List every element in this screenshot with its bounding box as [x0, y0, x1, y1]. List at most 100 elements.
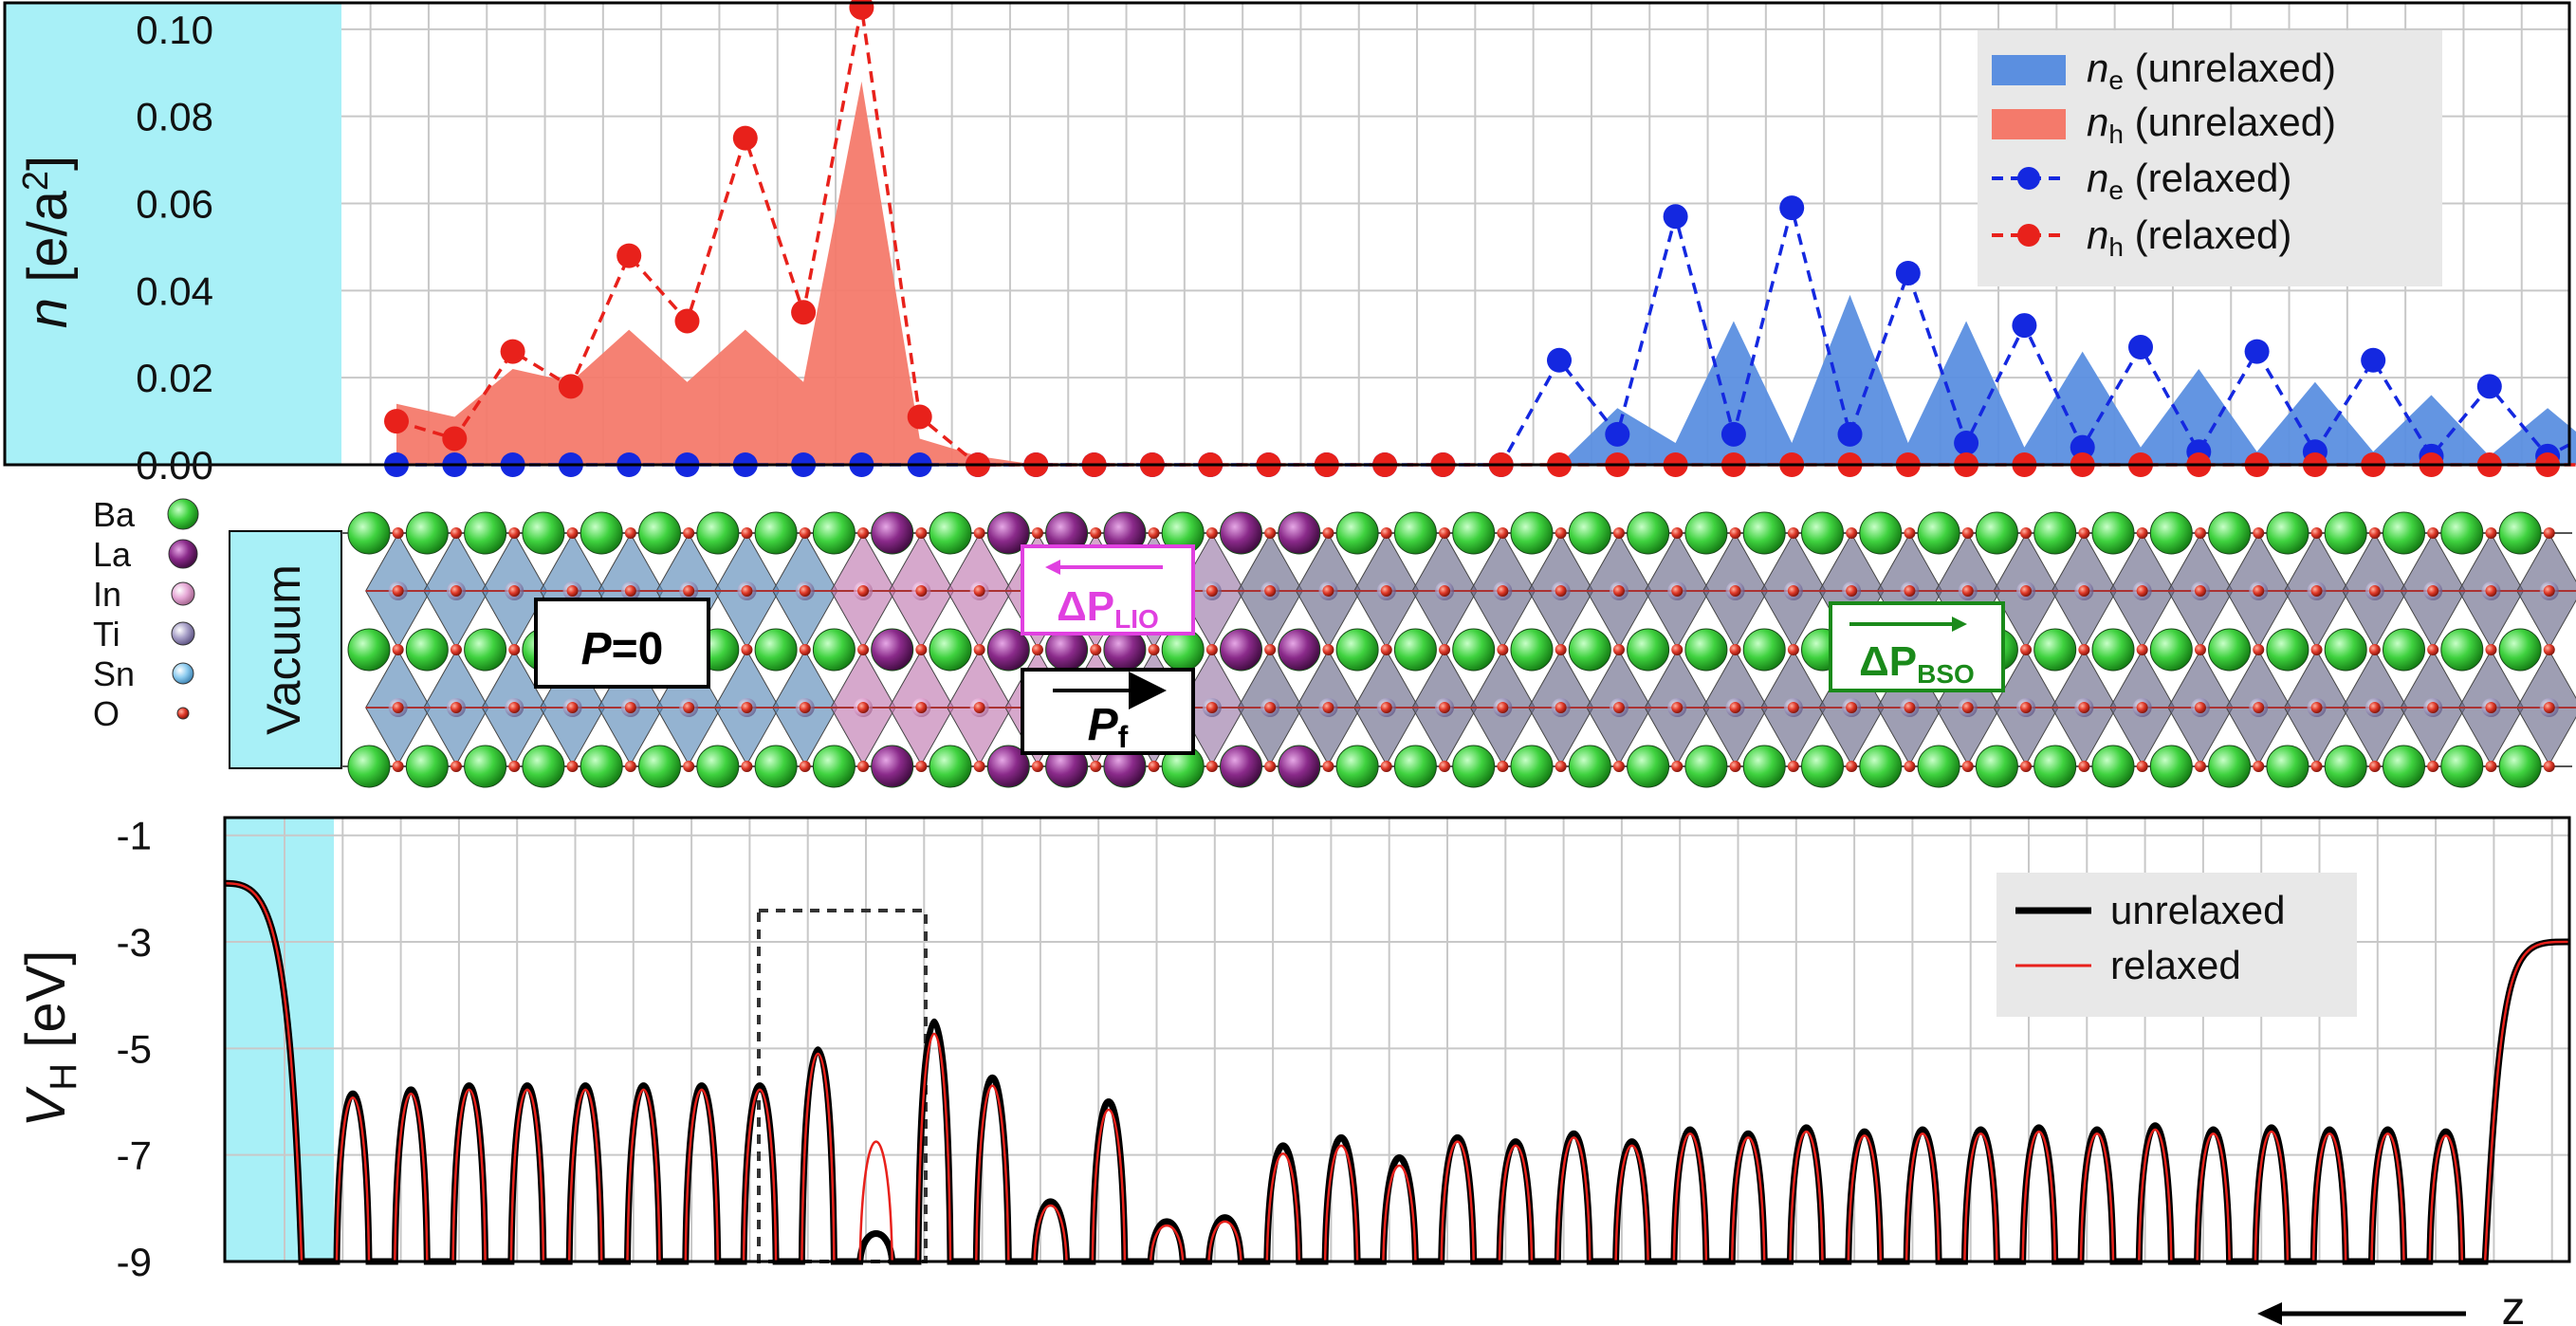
oxygen-atom: [2543, 527, 2555, 539]
ba-atom: [1452, 628, 1496, 672]
ba-atom: [1742, 745, 1786, 788]
ba-atom: [1975, 745, 2018, 788]
oxygen-atom: [624, 527, 636, 539]
oxygen-atom: [2136, 644, 2148, 655]
oxygen-atom: [1787, 761, 1799, 772]
oxygen-atom: [1148, 761, 1160, 772]
oxygen-atom: [2020, 702, 2033, 713]
oxygen-atom: [2194, 644, 2206, 655]
oxygen-atom: [2368, 585, 2381, 597]
oxygen-atom: [566, 585, 579, 597]
oxygen-atom: [1729, 585, 1741, 597]
oxygen-atom: [1322, 527, 1334, 539]
ba-atom: [2091, 628, 2135, 672]
ba-atom: [1975, 511, 2018, 555]
element-swatch: [171, 581, 195, 606]
la-atom: [1278, 628, 1321, 672]
oxygen-atom: [1787, 644, 1799, 655]
top-y-sym: n: [17, 298, 79, 328]
oxygen-atom: [1090, 644, 1102, 655]
oxygen-atom: [1612, 585, 1625, 597]
oxygen-atom: [450, 585, 462, 597]
oxygen-atom: [1671, 585, 1684, 597]
oxygen-atom: [1205, 702, 1218, 713]
oxygen-atom: [1264, 527, 1277, 539]
ba-atom: [2440, 511, 2484, 555]
oxygen-atom: [2368, 527, 2381, 539]
oxygen-atom: [1497, 644, 1509, 655]
oxygen-atom: [1380, 644, 1392, 655]
data-point: [442, 426, 468, 451]
top-y-sup: 2: [16, 171, 56, 191]
oxygen-atom: [450, 702, 462, 713]
oxygen-atom: [1090, 527, 1102, 539]
ba-atom: [405, 511, 449, 555]
ba-atom: [929, 628, 972, 672]
oxygen-atom: [857, 585, 870, 597]
oxygen-atom: [1904, 585, 1916, 597]
oxygen-atom: [450, 644, 462, 655]
ba-atom: [754, 511, 798, 555]
ba-atom: [2383, 628, 2425, 672]
oxygen-atom: [1729, 644, 1741, 655]
oxygen-atom: [1961, 702, 1974, 713]
ba-atom: [2266, 628, 2309, 672]
oxygen-atom: [392, 644, 404, 655]
ba-atom: [347, 745, 391, 788]
ba-atom: [1510, 745, 1554, 788]
bottom-y-tick-label: -9: [117, 1240, 152, 1284]
element-label: La: [93, 535, 132, 574]
oxygen-atom: [1555, 761, 1567, 772]
oxygen-atom: [1205, 644, 1218, 655]
delta-p-lio-box: ΔPLIO: [1021, 544, 1195, 635]
hartree-potential-panel: -1 -3 -5 -7 -9 VH [eV] unrelaxed relaxed z: [15, 814, 2571, 1326]
legend-ne-unrelaxed: ne (unrelaxed): [2087, 46, 2336, 95]
data-point: [907, 404, 932, 430]
oxygen-atom: [799, 527, 811, 539]
ba-atom: [1452, 745, 1496, 788]
oxygen-atom: [741, 702, 753, 713]
ba-atom: [1335, 628, 1379, 672]
ba-atom: [2149, 745, 2193, 788]
oxygen-atom: [2310, 585, 2323, 597]
oxygen-atom: [1612, 761, 1625, 772]
oxygen-atom: [1612, 527, 1625, 539]
oxygen-atom: [1787, 585, 1799, 597]
oxygen-atom: [973, 585, 985, 597]
oxygen-atom: [508, 644, 521, 655]
ba-atom: [812, 511, 856, 555]
oxygen-atom: [2194, 761, 2206, 772]
ba-atom: [929, 511, 972, 555]
oxygen-atom: [741, 761, 753, 772]
z-direction-arrow: [2257, 1302, 2466, 1325]
legend-nh-unrelaxed: nh (unrelaxed): [2087, 100, 2336, 149]
area-nh-unrelaxed-: [396, 81, 1269, 466]
oxygen-atom: [1439, 702, 1451, 713]
ba-atom: [522, 745, 565, 788]
ba-atom: [464, 511, 507, 555]
ba-atom: [812, 628, 856, 672]
ba-atom: [2324, 745, 2367, 788]
ba-atom: [2033, 628, 2077, 672]
oxygen-atom: [2485, 585, 2497, 597]
top-y-tick-label: 0.06: [136, 181, 213, 226]
ba-atom: [2324, 511, 2367, 555]
top-y-unit: [e/a: [17, 190, 79, 298]
ba-atom: [2440, 628, 2484, 672]
element-label: O: [93, 694, 120, 733]
ba-atom: [1742, 628, 1786, 672]
data-point: [2476, 374, 2502, 399]
top-y-tick-label: 0.02: [136, 356, 213, 400]
oxygen-atom: [1612, 702, 1625, 713]
ba-atom: [347, 628, 391, 672]
oxygen-atom: [799, 644, 811, 655]
data-point: [616, 243, 642, 268]
ba-atom: [1452, 511, 1496, 555]
ba-atom: [2498, 628, 2542, 672]
crystal-structure: BaLaInTiSnO Vacuum P=0 Pf ΔPLIO ΔPBSO: [93, 495, 2576, 788]
oxygen-atom: [2136, 585, 2148, 597]
oxygen-atom: [508, 761, 521, 772]
ba-atom: [2440, 745, 2484, 788]
oxygen-atom: [2253, 761, 2265, 772]
ba-atom: [2208, 628, 2252, 672]
